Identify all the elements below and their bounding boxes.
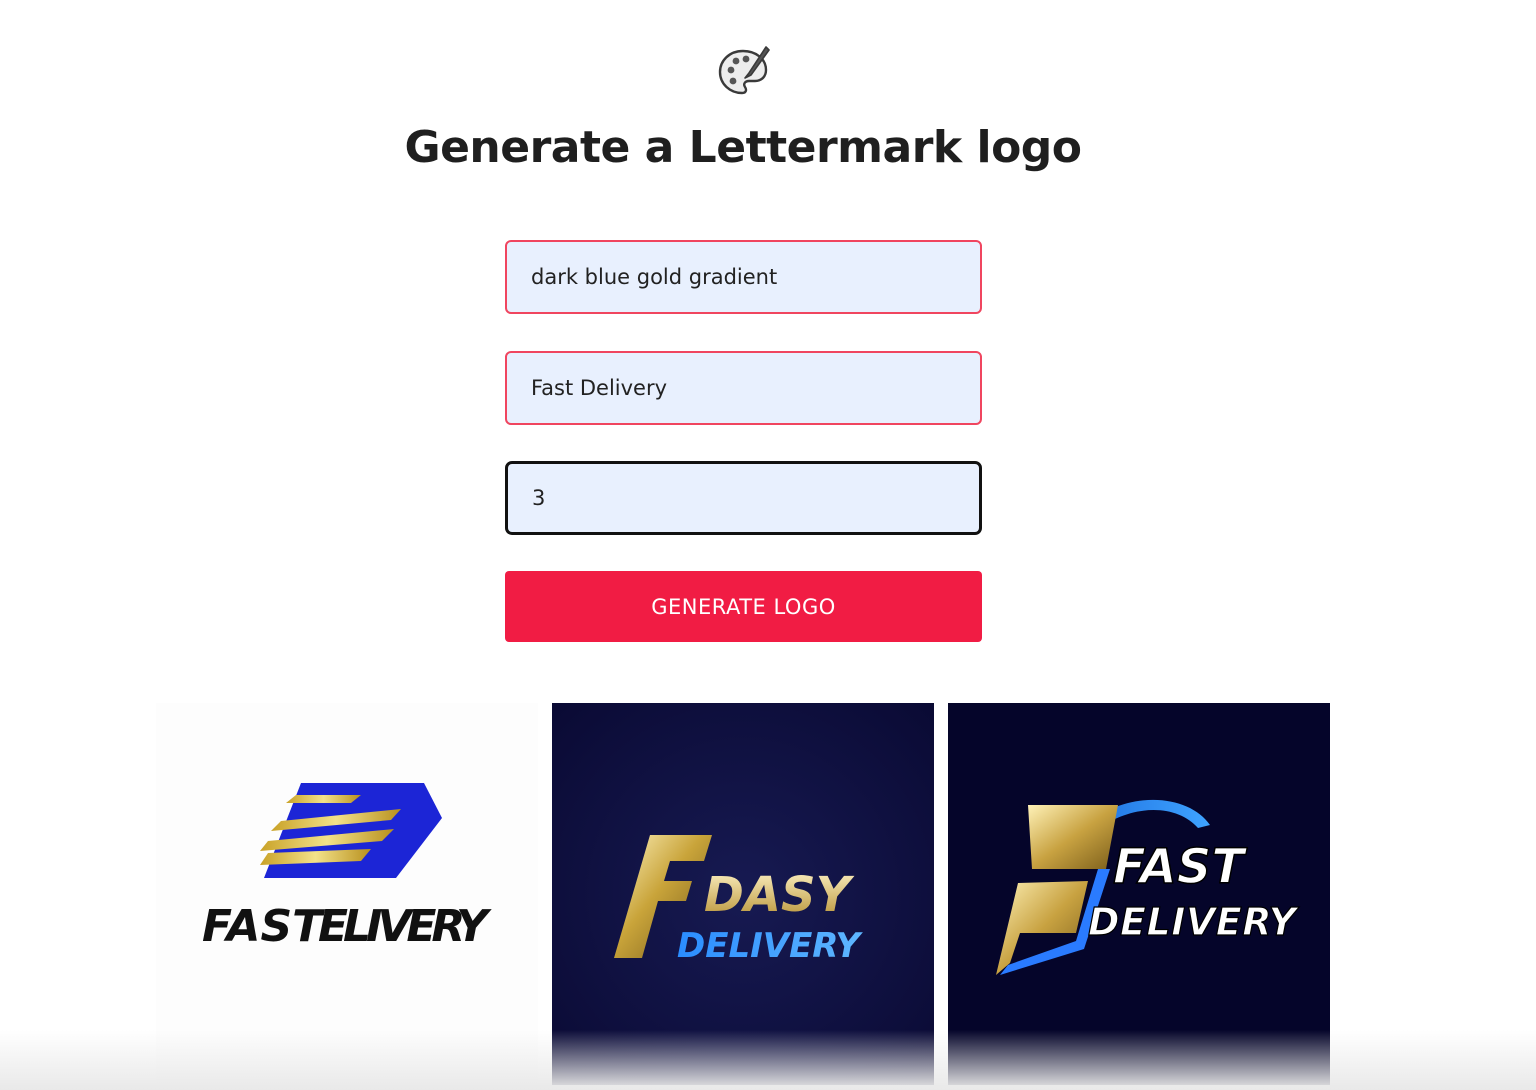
generate-logo-button[interactable]: GENERATE LOGO xyxy=(505,571,982,642)
logo-2-line1: DASY xyxy=(704,867,855,923)
company-name-input[interactable] xyxy=(505,351,982,425)
logo-1-line1: FAST xyxy=(202,901,325,952)
generated-logo-1[interactable]: FAST ELIVERY xyxy=(156,703,538,1085)
palette-icon xyxy=(716,44,770,98)
generated-logo-2[interactable]: DASY DELIVERY xyxy=(552,703,934,1085)
logo-count-input[interactable] xyxy=(505,461,982,535)
generated-logo-3[interactable]: FAST DELIVERY xyxy=(948,703,1330,1085)
logo-style-input[interactable] xyxy=(505,240,982,314)
logo-1-line2: ELIVERY xyxy=(318,901,492,952)
logo-3-line2: DELIVERY xyxy=(1088,900,1299,944)
logo-2-line2: DELIVERY xyxy=(677,926,863,966)
logo-3-line1: FAST xyxy=(1113,839,1247,895)
page-title: Generate a Lettermark logo xyxy=(404,122,1082,173)
